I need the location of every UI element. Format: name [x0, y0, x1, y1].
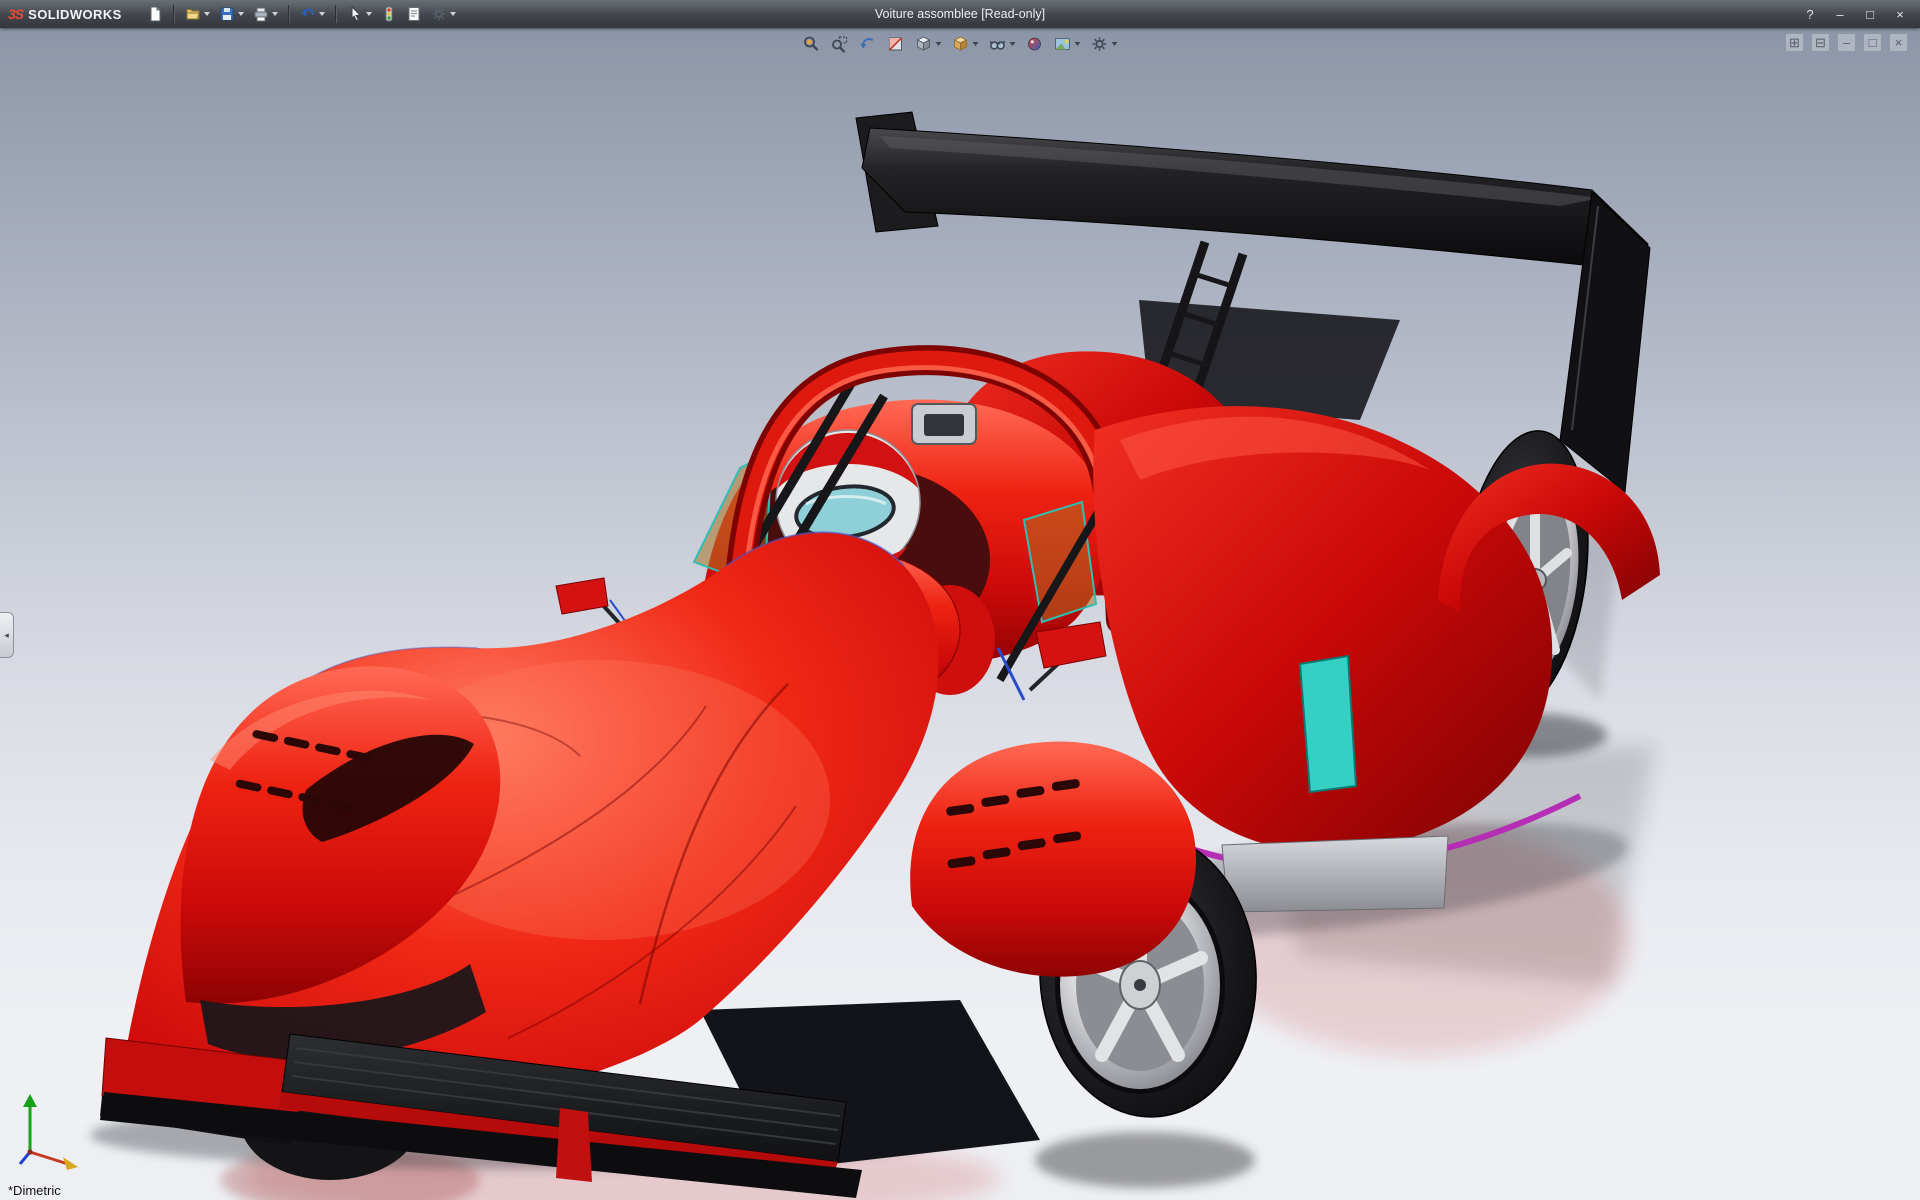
view-orientation-label: *Dimetric	[8, 1183, 61, 1198]
toolbar-separator	[334, 5, 337, 23]
view-settings-button[interactable]	[1088, 33, 1121, 55]
dropdown-caret	[1111, 42, 1118, 46]
zoom-to-fit-button[interactable]	[800, 33, 824, 55]
save-disk-icon	[219, 6, 235, 22]
graphics-viewport[interactable]: ⊞ ⊟ – □ × ◂ *Dimetric	[0, 28, 1920, 1200]
rebuild-button[interactable]	[378, 3, 400, 25]
save-button[interactable]	[216, 3, 247, 25]
restore-document-button[interactable]: □	[1863, 33, 1882, 52]
tile-window-button[interactable]: ⊞	[1785, 33, 1804, 52]
title-bar: 3S SOLIDWORKS Voiture assomblee [Read-on…	[0, 0, 1920, 28]
minimize-document-button[interactable]: –	[1837, 33, 1856, 52]
cascade-window-button[interactable]: ⊟	[1811, 33, 1830, 52]
main-toolbar	[144, 3, 459, 25]
logo-text: SOLIDWORKS	[28, 6, 122, 22]
section-view-button[interactable]	[884, 33, 908, 55]
print-icon	[253, 6, 269, 22]
x-axis-arrow	[63, 1157, 78, 1170]
edit-appearance-button[interactable]	[1023, 33, 1047, 55]
side-window-cyan	[1298, 654, 1358, 794]
dropdown-caret	[1074, 42, 1081, 46]
view-orientation-cube-icon	[915, 35, 933, 53]
front-right-fender[interactable]	[910, 741, 1197, 977]
dropdown-caret	[449, 12, 456, 16]
hide-show-items-button[interactable]	[986, 33, 1019, 55]
dropdown-caret	[203, 12, 210, 16]
solidworks-logo: 3S SOLIDWORKS	[0, 6, 134, 22]
display-style-button[interactable]	[949, 33, 982, 55]
zoom-to-fit-icon	[803, 35, 821, 53]
previous-view-icon	[859, 35, 877, 53]
help-button[interactable]: ?	[1800, 4, 1820, 24]
file-properties-icon	[406, 6, 422, 22]
select-button[interactable]	[344, 3, 375, 25]
left-mirror	[555, 577, 609, 615]
apply-scene-button[interactable]	[1051, 33, 1084, 55]
new-document-button[interactable]	[144, 3, 166, 25]
rebuild-traffic-light-icon	[381, 6, 397, 22]
file-properties-button[interactable]	[403, 3, 425, 25]
undo-button[interactable]	[297, 3, 328, 25]
dropdown-caret	[935, 42, 942, 46]
dropdown-caret	[271, 12, 278, 16]
open-button[interactable]	[182, 3, 213, 25]
logo-mark: 3S	[8, 6, 24, 22]
select-cursor-icon	[347, 6, 363, 22]
new-document-icon	[147, 6, 163, 22]
sill-panel	[1221, 835, 1449, 913]
print-button[interactable]	[250, 3, 281, 25]
hide-show-glasses-icon	[989, 35, 1007, 53]
display-style-icon	[952, 35, 970, 53]
window-controls: ? – □ ×	[1800, 4, 1920, 24]
close-document-button[interactable]: ×	[1889, 33, 1908, 52]
orientation-triad	[18, 1094, 78, 1170]
close-button[interactable]: ×	[1890, 4, 1910, 24]
view-orientation-button[interactable]	[912, 33, 945, 55]
maximize-button[interactable]: □	[1860, 4, 1880, 24]
view-settings-icon	[1091, 35, 1109, 53]
dropdown-caret	[318, 12, 325, 16]
3d-model-scene[interactable]	[0, 28, 1920, 1200]
apply-scene-icon	[1054, 35, 1072, 53]
toolbar-separator	[172, 5, 175, 23]
y-axis-arrow	[23, 1094, 37, 1107]
minimize-button[interactable]: –	[1830, 4, 1850, 24]
dropdown-caret	[237, 12, 244, 16]
appearance-sphere-icon	[1026, 35, 1044, 53]
nose-pylon	[556, 1108, 592, 1182]
dropdown-caret	[1009, 42, 1016, 46]
feature-manager-collapse-tab[interactable]: ◂	[0, 612, 14, 658]
document-window-controls: ⊞ ⊟ – □ ×	[1785, 33, 1908, 52]
toolbar-separator	[287, 5, 290, 23]
zoom-to-area-icon	[831, 35, 849, 53]
dropdown-caret	[972, 42, 979, 46]
options-gear-icon	[431, 6, 447, 22]
previous-view-button[interactable]	[856, 33, 880, 55]
section-view-icon	[887, 35, 905, 53]
open-folder-icon	[185, 6, 201, 22]
options-button[interactable]	[428, 3, 459, 25]
undo-arrow-icon	[300, 6, 316, 22]
solidworks-window: 3S SOLIDWORKS Voiture assomblee [Read-on…	[0, 0, 1920, 1200]
document-title: Voiture assomblee [Read-only]	[874, 7, 1046, 21]
zoom-to-area-button[interactable]	[828, 33, 852, 55]
heads-up-view-toolbar	[800, 33, 1121, 55]
dropdown-caret	[365, 12, 372, 16]
